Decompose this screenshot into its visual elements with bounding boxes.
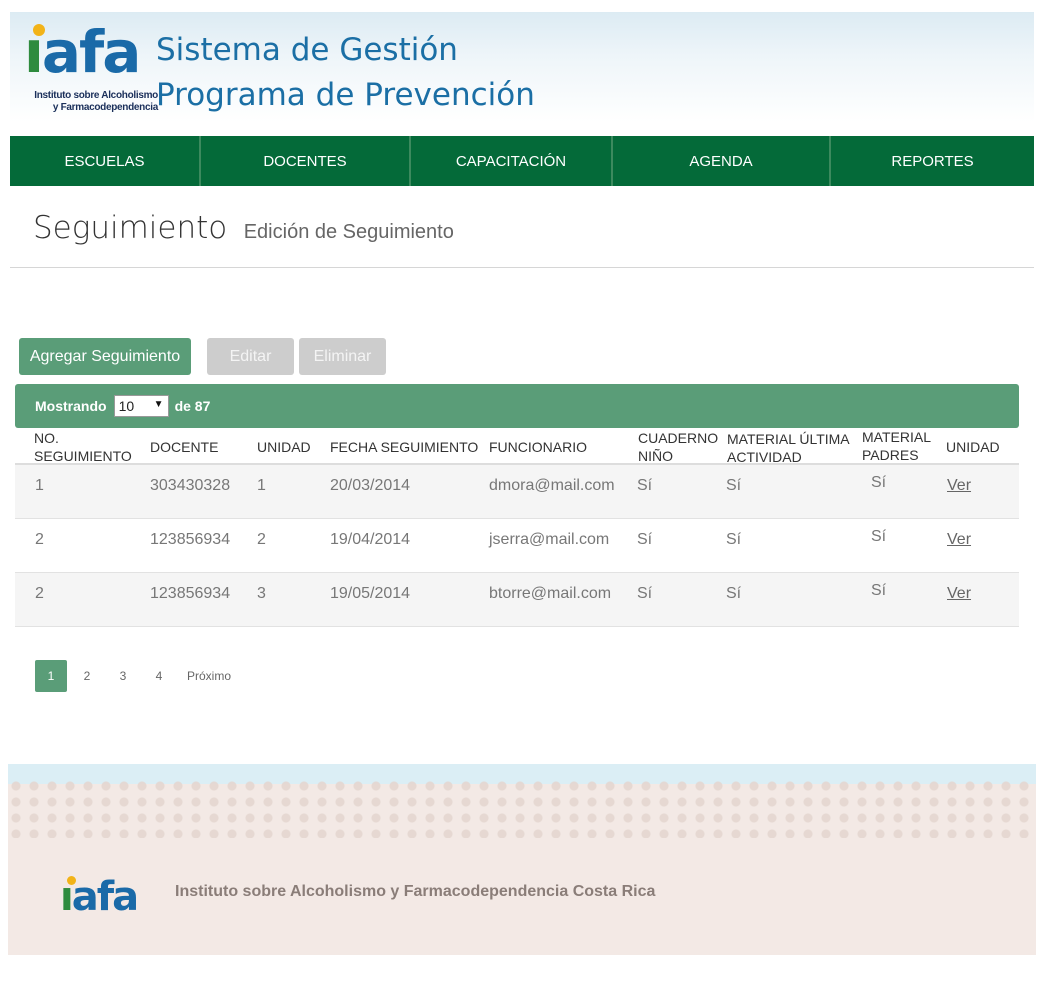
view-link[interactable]: Ver xyxy=(947,531,971,549)
header-fecha: FECHA SEGUIMIENTO xyxy=(330,439,479,455)
footer-logo-wordmark: ıafa xyxy=(60,874,139,920)
cell-fecha: 19/05/2014 xyxy=(330,585,411,602)
footer-iafa-logo: ıafa xyxy=(60,874,170,924)
view-link[interactable]: Ver xyxy=(947,477,971,495)
cell-cuaderno: Sí xyxy=(637,477,653,494)
logo-subtitle: Instituto sobre Alcoholismo y Farmacodep… xyxy=(34,90,158,113)
nav-item-escuelas[interactable]: ESCUELAS xyxy=(10,136,201,186)
main-nav: ESCUELAS DOCENTES CAPACITACIÓN AGENDA RE… xyxy=(10,136,1034,186)
cell-docente: 123856934 xyxy=(150,585,231,602)
header-material-line2: ACTIVIDAD xyxy=(727,449,802,465)
cell-unidad: 1 xyxy=(257,477,266,494)
footer: ıafa Instituto sobre Alcoholismo y Farma… xyxy=(8,764,1036,955)
header-no-line2: SEGUIMIENTO xyxy=(34,448,132,464)
cell-cuaderno: Sí xyxy=(637,585,653,602)
cell-unidad: 3 xyxy=(257,585,266,602)
total-label: de 87 xyxy=(174,398,211,414)
page-4-button[interactable]: 4 xyxy=(143,660,175,692)
header: ıafa Instituto sobre Alcoholismo y Farma… xyxy=(10,12,1034,122)
page-2-button[interactable]: 2 xyxy=(71,660,103,692)
header-cuaderno: CUADERNO NIÑO xyxy=(638,429,718,465)
divider xyxy=(10,267,1034,268)
cell-no: 2 xyxy=(35,531,44,548)
footer-institution-name: Instituto sobre Alcoholismo y Farmacodep… xyxy=(175,883,656,900)
iafa-logo: ıafa Instituto sobre Alcoholismo y Farma… xyxy=(24,18,158,120)
cell-material: Sí xyxy=(726,531,742,548)
view-link[interactable]: Ver xyxy=(947,585,971,603)
edit-button[interactable]: Editar xyxy=(207,338,294,375)
header-unidad-action: UNIDAD xyxy=(946,439,1000,455)
delete-button[interactable]: Eliminar xyxy=(299,338,386,375)
table-toolbar: Mostrando 10 ▼ de 87 xyxy=(15,384,1019,428)
system-title: Sistema de Gestión xyxy=(156,32,458,68)
page-title: Seguimiento xyxy=(33,210,228,246)
header-unidad: UNIDAD xyxy=(257,439,311,455)
header-funcionario: FUNCIONARIO xyxy=(489,439,587,455)
page-3-button[interactable]: 3 xyxy=(107,660,139,692)
table-row: 2 123856934 2 19/04/2014 jserra@mail.com… xyxy=(15,519,1019,573)
header-cuaderno-line2: NIÑO xyxy=(638,448,673,464)
logo-wordmark: ıafa xyxy=(24,18,141,86)
page-size-select[interactable]: 10 ▼ xyxy=(113,395,169,417)
showing-label: Mostrando xyxy=(35,398,107,414)
program-title: Programa de Prevención xyxy=(156,77,535,113)
page-subtitle: Edición de Seguimiento xyxy=(243,221,454,243)
cell-funcionario: dmora@mail.com xyxy=(489,477,615,494)
cell-fecha: 19/04/2014 xyxy=(330,531,411,548)
nav-item-docentes[interactable]: DOCENTES xyxy=(201,136,411,186)
header-material-line1: MATERIAL ÚLTIMA xyxy=(727,431,850,447)
pagination: 1 2 3 4 Próximo xyxy=(35,660,231,692)
header-material: MATERIAL ÚLTIMA ACTIVIDAD xyxy=(727,430,850,466)
footer-pattern xyxy=(8,778,1036,838)
page-size-value: 10 xyxy=(118,398,135,414)
cell-padres: Sí xyxy=(871,528,887,545)
cell-fecha: 20/03/2014 xyxy=(330,477,411,494)
table-row: 1 303430328 1 20/03/2014 dmora@mail.com … xyxy=(15,465,1019,519)
header-padres-line2: PADRES xyxy=(862,447,919,463)
page-1-button[interactable]: 1 xyxy=(35,660,67,692)
cell-material: Sí xyxy=(726,477,742,494)
add-tracking-button[interactable]: Agregar Seguimiento xyxy=(19,338,191,375)
nav-item-capacitacion[interactable]: CAPACITACIÓN xyxy=(411,136,613,186)
cell-unidad: 2 xyxy=(257,531,266,548)
header-docente: DOCENTE xyxy=(150,439,219,455)
header-no: NO. SEGUIMIENTO xyxy=(34,429,132,465)
cell-funcionario: btorre@mail.com xyxy=(489,585,612,602)
table-row: 2 123856934 3 19/05/2014 btorre@mail.com… xyxy=(15,573,1019,627)
tracking-table: NO. SEGUIMIENTO DOCENTE UNIDAD FECHA SEG… xyxy=(15,428,1019,627)
cell-docente: 303430328 xyxy=(150,477,231,494)
cell-padres: Sí xyxy=(871,582,887,599)
nav-item-agenda[interactable]: AGENDA xyxy=(613,136,831,186)
dropdown-arrow-icon: ▼ xyxy=(153,399,164,410)
cell-no: 2 xyxy=(35,585,44,602)
table-header: NO. SEGUIMIENTO DOCENTE UNIDAD FECHA SEG… xyxy=(15,428,1019,465)
page-heading: Seguimiento Edición de Seguimiento xyxy=(33,210,454,246)
header-no-line1: NO. xyxy=(34,430,59,446)
cell-cuaderno: Sí xyxy=(637,531,653,548)
cell-material: Sí xyxy=(726,585,742,602)
cell-funcionario: jserra@mail.com xyxy=(489,531,610,548)
header-padres-line1: MATERIAL xyxy=(862,429,931,445)
cell-no: 1 xyxy=(35,477,44,494)
next-page-link[interactable]: Próximo xyxy=(187,669,231,683)
header-cuaderno-line1: CUADERNO xyxy=(638,430,719,446)
header-padres: MATERIAL PADRES xyxy=(862,428,931,464)
cell-padres: Sí xyxy=(871,474,887,491)
cell-docente: 123856934 xyxy=(150,531,231,548)
nav-item-reportes[interactable]: REPORTES xyxy=(831,136,1034,186)
